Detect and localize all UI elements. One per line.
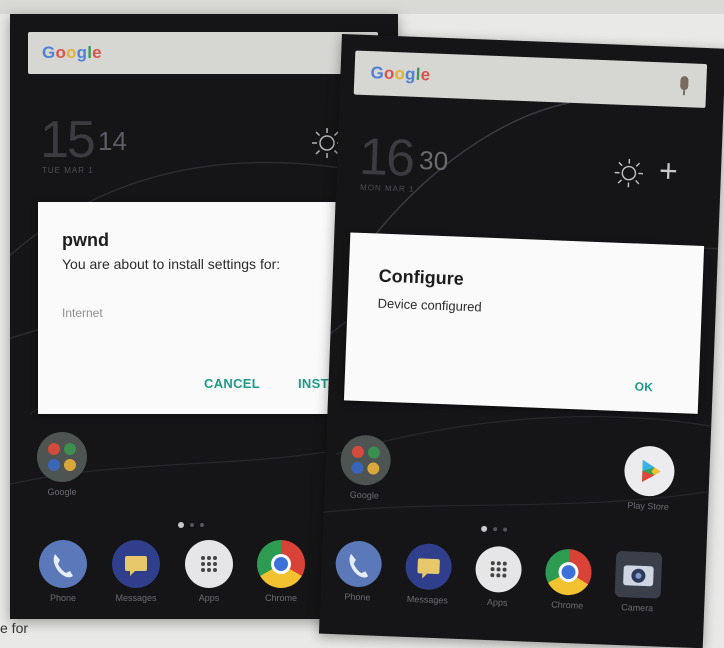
google-folder-label: Google xyxy=(334,489,394,501)
google-folder-label: Google xyxy=(32,487,92,497)
phone-icon xyxy=(39,540,87,588)
dock-apps-label: Apps xyxy=(466,596,528,608)
google-search-bar[interactable]: Google xyxy=(354,51,707,108)
clock-date: MON MAR 1 xyxy=(360,183,415,194)
apps-grid-icon xyxy=(475,546,523,594)
add-widget-button[interactable]: + xyxy=(658,152,678,190)
play-store-icon xyxy=(624,445,676,497)
dialog-message: You are about to install settings for: xyxy=(62,256,280,272)
folder-icon xyxy=(340,434,392,486)
dialog-message: Device configured xyxy=(377,296,482,315)
messages-icon xyxy=(405,543,453,591)
install-settings-dialog: pwnd You are about to install settings f… xyxy=(38,202,378,414)
clock-hour: 16 xyxy=(358,127,414,189)
clock-minute: 14 xyxy=(98,126,127,157)
google-search-bar[interactable]: Google xyxy=(28,32,378,74)
dock-chrome-label: Chrome xyxy=(250,593,312,603)
clock-minute: 30 xyxy=(419,145,449,177)
chrome-icon xyxy=(257,540,305,588)
dock-camera-label: Camera xyxy=(606,602,668,614)
dock-chrome[interactable]: Chrome xyxy=(536,548,600,611)
play-store-label: Play Store xyxy=(616,500,680,512)
dock-chrome-label: Chrome xyxy=(536,599,598,611)
background-strip xyxy=(0,0,724,14)
dock-phone-label: Phone xyxy=(32,593,94,603)
dock-apps-label: Apps xyxy=(178,593,240,603)
dock-phone[interactable]: Phone xyxy=(32,540,94,603)
folder-icon xyxy=(37,432,87,482)
dialog-title: Configure xyxy=(378,266,464,290)
camera-icon xyxy=(615,551,663,599)
play-store-app[interactable]: Play Store xyxy=(616,445,682,512)
dock-messages[interactable]: Messages xyxy=(105,540,167,603)
page-indicator xyxy=(178,522,204,528)
page-indicator xyxy=(481,526,507,533)
google-folder[interactable]: Google xyxy=(334,434,396,501)
dock-chrome[interactable]: Chrome xyxy=(250,540,312,603)
dock-camera[interactable]: Camera xyxy=(606,551,670,614)
clock-date: TUE MAR 1 xyxy=(42,166,94,175)
caption-text: e for xyxy=(0,620,28,636)
sun-icon[interactable] xyxy=(612,157,645,197)
microphone-icon[interactable] xyxy=(680,76,689,90)
google-logo: Google xyxy=(370,63,431,85)
dock-messages-label: Messages xyxy=(105,593,167,603)
cancel-button[interactable]: CANCEL xyxy=(204,376,260,391)
chrome-icon xyxy=(545,548,593,596)
phone-icon xyxy=(335,540,383,588)
apps-grid-icon xyxy=(185,540,233,588)
dock-phone[interactable]: Phone xyxy=(326,540,390,603)
phone-screenshot-right: Google 16 30 MON MAR 1 + Configure Devic… xyxy=(319,34,724,648)
settings-item: Internet xyxy=(62,306,103,320)
configure-dialog: Configure Device configured OK xyxy=(344,232,704,413)
google-folder[interactable]: Google xyxy=(32,432,92,497)
clock-hour: 15 xyxy=(40,110,94,170)
google-logo: Google xyxy=(42,43,102,63)
dock-messages-label: Messages xyxy=(396,594,458,606)
dock-apps[interactable]: Apps xyxy=(466,545,530,608)
dialog-title: pwnd xyxy=(62,230,109,251)
messages-icon xyxy=(112,540,160,588)
dock-apps[interactable]: Apps xyxy=(178,540,240,603)
ok-button[interactable]: OK xyxy=(634,380,653,395)
dock-phone-label: Phone xyxy=(326,591,388,603)
dock-messages[interactable]: Messages xyxy=(396,543,460,606)
